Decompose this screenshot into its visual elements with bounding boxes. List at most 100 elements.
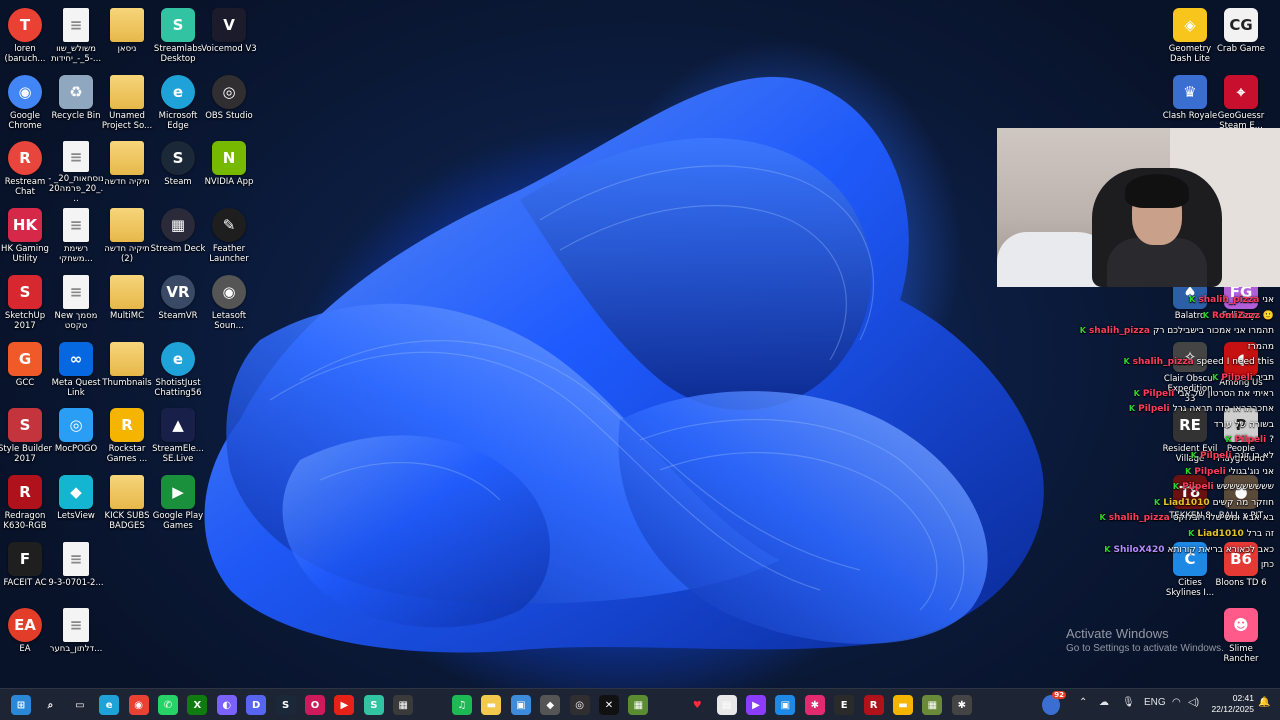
desktop-shortcut[interactable]: Unamed Project So... [99,71,155,135]
wifi-icon[interactable]: ◠ [1172,697,1181,708]
chat-message-text: כאב לכאורא בריאת קורותא [1167,544,1274,555]
media-icon[interactable]: ▶ [746,695,766,715]
desktop-shortcut[interactable]: ◉ Letasoft Soun... [201,271,257,335]
desktop-shortcut-label: ShotistJust Chatting56 [154,377,202,398]
epic-games-icon[interactable]: E [834,695,855,715]
desktop-shortcut[interactable]: ♛ Clash Royale [1162,71,1218,135]
calendar-icon[interactable]: ▦ [393,695,414,715]
notepad-icon[interactable]: ▤ [716,695,737,715]
desktop-shortcut[interactable]: KICK SUBS BADGES [99,471,155,535]
chat-username: shalih_pizza [1088,326,1150,337]
copilot-icon[interactable]: ◐ [216,695,237,715]
desktop-shortcut[interactable]: N NVIDIA App [201,137,257,201]
microphone-icon[interactable]: 🎙 [1122,697,1135,708]
xbox-icon[interactable]: X [187,695,208,715]
desktop-shortcut-label: SteamVR [158,310,198,321]
desktop-shortcut[interactable]: ◉ Google Chrome [0,71,53,135]
desktop-shortcut[interactable]: e Microsoft Edge [150,71,206,135]
desktop-shortcut[interactable]: ◆ LetsView [48,471,104,535]
file-explorer-icon[interactable]: ▬ [481,695,502,715]
desktop-shortcut[interactable]: תיקיה חדשה [99,137,155,201]
desktop-shortcut[interactable]: ◎ MocPOGO [48,404,104,468]
bug-app-icon[interactable]: ✱ [804,695,825,715]
chat-message: בשורה של עורד [1214,419,1274,431]
desktop-shortcut[interactable]: S Steam [150,137,206,201]
desktop-shortcut[interactable]: VR SteamVR [150,271,206,335]
blank-1-icon[interactable] [423,695,443,715]
desktop-shortcut[interactable]: R Redragon K630-RGB [0,471,53,535]
capcut-icon[interactable]: ✕ [599,695,619,715]
desktop-shortcut[interactable]: ▦ Stream Deck [150,204,206,268]
clock[interactable]: 02:41 22/12/2025 [1210,693,1254,715]
blank-2-icon[interactable] [658,695,678,715]
desktop-shortcut[interactable]: S Style Builder 2017 [0,404,53,468]
kick-badge-icon: K [1099,513,1106,523]
desktop-shortcut[interactable]: MultiMC [99,271,155,335]
desktop-shortcut[interactable]: Tloren (baruch... [0,4,53,68]
desktop-shortcut[interactable]: ▲ StreamEle... SE.Live [150,404,206,468]
desktop-shortcut[interactable]: ≡ נוסחאות_20_ -_20_פרמה20... [48,137,104,201]
edge-taskbar-icon[interactable]: e [99,695,120,715]
desktop-shortcut[interactable]: ◎ OBS Studio [201,71,257,135]
chrome-taskbar-icon[interactable]: ◉ [128,695,149,715]
desktop-shortcut[interactable]: ▶ Google Play Games [150,471,206,535]
desktop-shortcut[interactable]: S SketchUp 2017 [0,271,53,335]
stream-app-icon[interactable]: ▦ [922,695,943,715]
discord-icon[interactable]: D [246,695,267,715]
activate-windows-watermark: Activate Windows Go to Settings to activ… [1066,626,1224,654]
desktop-shortcut-label: Restream Chat [4,177,46,198]
desktop-shortcut[interactable]: V Voicemod V3 [201,4,257,68]
folder-icon [110,141,144,176]
steam-taskbar-icon[interactable]: S [275,695,296,715]
streamlabs-taskbar-icon[interactable]: S [363,695,384,715]
desktop[interactable]: Tloren (baruch... ≡ משולש_שוו -5_-_יחידות.… [0,0,1280,688]
desktop-shortcut[interactable]: CG Crab Game [1213,4,1269,68]
desktop-shortcut[interactable]: תיקיה חדשה (2) [99,204,155,268]
desktop-shortcut[interactable]: ≡ 9-3-0701-2... [48,538,104,602]
desktop-shortcut[interactable]: EA EA [0,604,53,668]
search-icon[interactable]: ⌕ [40,695,60,715]
language-indicator[interactable]: ENG [1144,697,1166,708]
desktop-shortcut[interactable]: R Rockstar Games ... [99,404,155,468]
start-button[interactable]: ⊞ [11,695,31,715]
desktop-shortcut[interactable]: e ShotistJust Chatting56 [150,338,206,402]
desktop-shortcut[interactable]: ≡ New מסמך טקסט [48,271,104,335]
minecraft-icon[interactable]: ▦ [628,695,649,715]
volume-icon[interactable]: ◁) [1188,697,1199,708]
spotify-icon[interactable]: ♫ [452,695,472,715]
letasoft-icon: ◉ [212,274,246,309]
desktop-shortcut[interactable]: F FACEIT AC [0,538,53,602]
redragon-taskbar-icon[interactable]: R [863,695,884,715]
desktop-shortcut[interactable]: ≡ דלתון_בחער... [48,604,104,668]
stream-deck-icon: ▦ [161,208,195,243]
tray-overflow-chevron-icon[interactable]: ⌃ [1079,697,1087,708]
weather-widget-icon[interactable]: 92 [1042,691,1066,715]
shield-icon[interactable]: ◆ [540,695,561,715]
notification-bell-icon[interactable]: 🔔 [1258,697,1270,708]
desktop-shortcut[interactable]: Thumbnails [99,338,155,402]
desktop-shortcut[interactable]: ♻ Recycle Bin [48,71,104,135]
desktop-shortcut[interactable]: ✎ Feather Launcher [201,204,257,268]
desktop-shortcut[interactable]: ≡ משולש_שוו -5_-_יחידות... [48,4,104,68]
desktop-shortcut[interactable]: ≡ רשימת משחקי... [48,204,104,268]
opera-icon[interactable]: O [305,695,325,715]
desktop-shortcut[interactable]: ⌖ GeoGuessr Steam E... [1213,71,1269,135]
desktop-shortcut[interactable]: S Streamlabs Desktop [150,4,206,68]
settings-taskbar-icon[interactable]: ✱ [951,695,972,715]
onedrive-icon[interactable]: ☁ [1099,697,1109,708]
task-view-icon[interactable]: ▭ [70,695,90,715]
desktop-shortcut[interactable]: G GCC [0,338,53,402]
heart-app-icon[interactable]: ♥ [687,695,707,715]
store-icon[interactable]: ▣ [510,695,531,715]
whatsapp-icon[interactable]: ✆ [158,695,178,715]
desktop-shortcut[interactable]: HK HK Gaming Utility [0,204,53,268]
tool-icon[interactable]: ▬ [893,695,913,715]
youtube-icon[interactable]: ▶ [334,695,355,715]
app-icon[interactable]: ▣ [775,695,796,715]
desktop-shortcut[interactable]: ◈ Geometry Dash Lite [1162,4,1218,68]
desktop-shortcut[interactable]: ∞ Meta Quest Link [48,338,104,402]
obs-taskbar-icon[interactable]: ◎ [569,695,590,715]
desktop-shortcut[interactable]: ניסאן [99,4,155,68]
chat-message: Kshalih_pizza תהמרו אני אמכור בישבילכם רק [1080,325,1274,337]
desktop-shortcut[interactable]: R Restream Chat [0,137,53,201]
